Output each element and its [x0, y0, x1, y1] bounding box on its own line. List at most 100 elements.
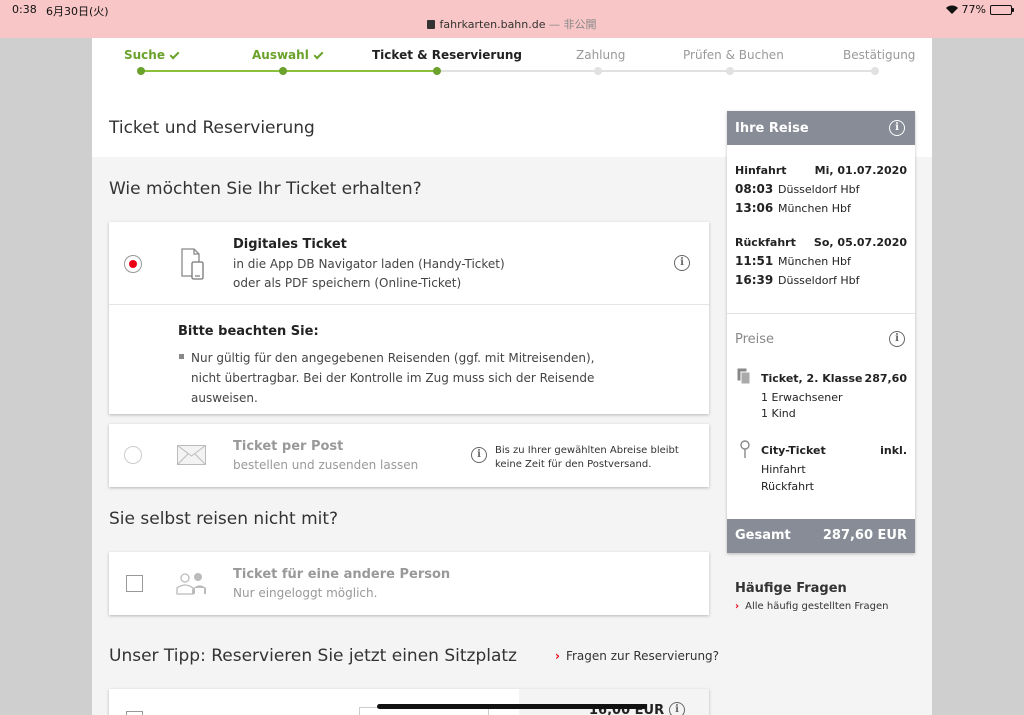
url-bar[interactable]: fahrkarten.bahn.de — 非公開 [0, 16, 1024, 32]
info-icon[interactable]: i [471, 447, 487, 463]
city-ticket-label: City-Ticket [761, 444, 826, 457]
reservation-tip-heading: Unser Tipp: Reservieren Sie jetzt einen … [109, 646, 517, 666]
return-date: So, 05.07.2020 [813, 236, 907, 249]
url-text: fahrkarten.bahn.de [439, 18, 546, 31]
total-value: 287,60 EUR [822, 528, 907, 543]
outbound-dep-station: Düsseldorf Hbf [778, 183, 860, 196]
outbound-arr-time: 13:06 [735, 201, 774, 215]
step-label: Prüfen & Buchen [683, 48, 784, 62]
battery-icon [990, 4, 1014, 15]
battery-percent: 77% [961, 3, 986, 16]
clock: 0:38 [12, 3, 37, 16]
return-arr-time: 16:39 [735, 273, 774, 287]
digital-ticket-card[interactable]: Digitales Ticket in die App DB Navigator… [109, 222, 709, 414]
info-icon[interactable]: i [674, 255, 690, 271]
prices-title: Preise [735, 332, 775, 347]
step-auswahl[interactable]: Auswahl [252, 48, 324, 62]
chevron-right-icon: › [735, 601, 740, 612]
post-ticket-radio[interactable] [124, 446, 142, 464]
post-ticket-subtitle: bestellen und zusenden lassen [233, 458, 419, 472]
step-dot [279, 67, 287, 75]
bullet-icon [179, 354, 184, 359]
trip-summary-title: Ihre Reise [735, 121, 809, 136]
progress-line-done [140, 70, 438, 72]
step-label: Auswahl [252, 48, 309, 62]
return-arr-station: Düsseldorf Hbf [778, 274, 860, 287]
home-indicator[interactable] [377, 704, 647, 709]
digital-ticket-line2: oder als PDF speichern (Online-Ticket) [233, 276, 462, 290]
progress-stepper: Suche Auswahl Ticket & Reservierung Zahl… [92, 38, 932, 88]
step-dot [871, 67, 879, 75]
faq-link-text: Alle häufig gestellten Fragen [745, 601, 889, 612]
step-label: Zahlung [576, 48, 626, 62]
check-icon [313, 49, 324, 60]
digital-ticket-title: Digitales Ticket [233, 237, 347, 252]
ticket-price: 287,60 [864, 372, 907, 385]
post-ticket-title: Ticket per Post [233, 439, 344, 454]
outbound-dep-time: 08:03 [735, 182, 774, 196]
step-suche[interactable]: Suche [124, 48, 180, 62]
info-icon[interactable]: i [889, 120, 905, 136]
outbound-date: Mi, 01.07.2020 [814, 164, 907, 177]
other-person-card[interactable]: Ticket für eine andere Person Nur eingel… [109, 552, 709, 615]
people-icon [176, 573, 206, 595]
reservation-checkbox[interactable] [126, 711, 143, 715]
post-ticket-card[interactable]: Ticket per Post bestellen und zusenden l… [109, 424, 709, 487]
step-dot [137, 67, 145, 75]
digital-ticket-line1: in die App DB Navigator laden (Handy-Tic… [233, 257, 505, 271]
step-ticket-reservierung: Ticket & Reservierung [372, 48, 522, 62]
info-icon[interactable]: i [669, 702, 685, 715]
location-pin-icon [740, 440, 750, 458]
status-bar: 0:38 6月30日(火) fahrkarten.bahn.de — 非公開 7… [0, 0, 1024, 38]
city-ticket-line2: Rückfahrt [761, 480, 814, 493]
lock-icon [427, 20, 436, 29]
step-pruefen-buchen: Prüfen & Buchen [683, 48, 784, 62]
phone-document-icon [181, 248, 204, 280]
info-icon[interactable]: i [889, 331, 905, 347]
return-dep-time: 11:51 [735, 254, 774, 268]
post-ticket-hint: Bis zu Ihrer gewählten Abreise bleibt ke… [495, 445, 679, 470]
city-ticket-price: inkl. [880, 444, 907, 457]
other-person-checkbox[interactable] [126, 575, 143, 592]
note-title: Bitte beachten Sie: [178, 324, 319, 339]
booking-page: Suche Auswahl Ticket & Reservierung Zahl… [92, 38, 932, 715]
faq-link[interactable]: › Alle häufig gestellten Fragen [735, 601, 889, 612]
step-label: Suche [124, 48, 165, 62]
wifi-icon [945, 5, 958, 14]
reservation-card[interactable]: 16,00 EUR i [109, 689, 709, 715]
outbound-label: Hinfahrt [735, 164, 787, 177]
other-person-subtitle: Nur eingeloggt möglich. [233, 586, 378, 600]
step-label: Bestätigung [843, 48, 916, 62]
step-dot [726, 67, 734, 75]
page-title: Ticket und Reservierung [109, 118, 315, 138]
reservation-faq-link[interactable]: › Fragen zur Reservierung? [555, 649, 719, 663]
other-person-heading: Sie selbst reisen nicht mit? [109, 509, 339, 529]
ticket-icon [737, 368, 751, 385]
trip-summary-header: Ihre Reise i [727, 111, 915, 145]
return-dep-station: München Hbf [778, 255, 851, 268]
total-bar: Gesamt 287,60 EUR [727, 519, 915, 553]
ticket-passenger-1: 1 Erwachsener [761, 391, 843, 404]
divider [109, 304, 709, 305]
progress-line-todo [438, 70, 874, 72]
trip-summary: Ihre Reise i Hinfahrt Mi, 01.07.2020 08:… [727, 111, 915, 553]
reservation-faq-link-text: Fragen zur Reservierung? [565, 649, 720, 663]
ticket-class-label: Ticket, 2. Klasse [761, 372, 863, 385]
digital-ticket-radio[interactable] [124, 255, 142, 273]
system-indicators: 77% [945, 3, 1014, 16]
url-private-label: — 非公開 [549, 18, 597, 31]
divider [727, 313, 915, 314]
chevron-right-icon: › [555, 649, 560, 663]
note-text: Nur gültig für den angegebenen Reisenden… [191, 351, 595, 405]
ticket-passenger-2: 1 Kind [761, 407, 796, 420]
city-ticket-line1: Hinfahrt [761, 463, 806, 476]
step-zahlung: Zahlung [576, 48, 625, 62]
return-label: Rückfahrt [735, 236, 796, 249]
total-label: Gesamt [735, 528, 791, 543]
step-dot [594, 67, 602, 75]
check-icon [169, 49, 180, 60]
delivery-heading: Wie möchten Sie Ihr Ticket erhalten? [109, 179, 422, 199]
other-person-title: Ticket für eine andere Person [233, 567, 451, 582]
step-dot [433, 67, 441, 75]
envelope-icon [177, 445, 206, 465]
